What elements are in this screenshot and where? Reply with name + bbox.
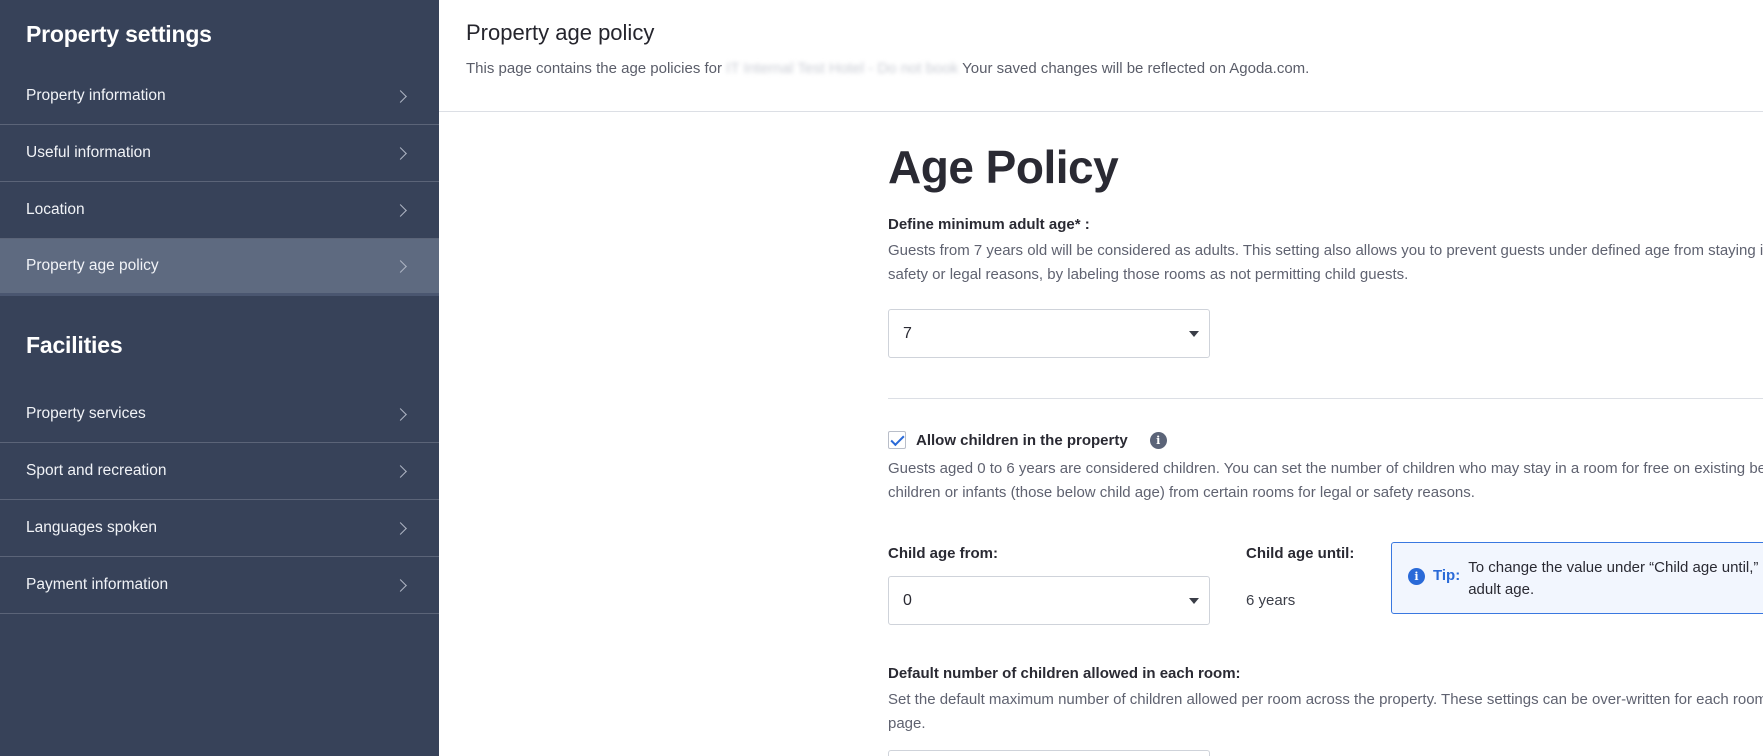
sidebar-item-languages-spoken[interactable]: Languages spoken bbox=[0, 500, 439, 557]
sidebar-item-payment-information[interactable]: Payment information bbox=[0, 557, 439, 614]
page-description: This page contains the age policies for … bbox=[466, 60, 1736, 77]
sidebar-item-property-information[interactable]: Property information bbox=[0, 68, 439, 125]
sidebar-item-label: Useful information bbox=[26, 144, 151, 161]
sidebar-item-sport-and-recreation[interactable]: Sport and recreation bbox=[0, 443, 439, 500]
sidebar-section-title-facilities: Facilities bbox=[26, 331, 123, 358]
sidebar-item-useful-information[interactable]: Useful information bbox=[0, 125, 439, 182]
info-icon[interactable]: i bbox=[1149, 431, 1167, 449]
chevron-right-icon bbox=[394, 146, 407, 160]
sidebar-item-location[interactable]: Location bbox=[0, 182, 439, 239]
child-age-until-label: Child age until: bbox=[1246, 545, 1355, 562]
min-adult-age-label: Define minimum adult age* : bbox=[888, 216, 1090, 233]
allow-children-help: Guests aged 0 to 6 years are considered … bbox=[888, 460, 1763, 501]
page-title: Property age policy bbox=[466, 20, 655, 45]
sidebar-section-title-property-settings: Property settings bbox=[26, 20, 212, 47]
child-age-from-value: 0 bbox=[903, 591, 912, 609]
child-age-from-select[interactable]: 0 bbox=[888, 576, 1210, 625]
tip-box: i Tip: To change the value under “Child … bbox=[1391, 542, 1763, 614]
chevron-right-icon bbox=[394, 464, 407, 478]
sidebar-item-label: Location bbox=[26, 201, 85, 218]
chevron-right-icon bbox=[394, 578, 407, 592]
info-icon: i bbox=[1408, 568, 1425, 585]
sidebar-item-label: Payment information bbox=[26, 576, 169, 593]
age-policy-form: Age Policy Define minimum adult age* : G… bbox=[888, 112, 1763, 756]
caret-down-icon bbox=[1189, 597, 1199, 604]
chevron-right-icon bbox=[394, 203, 407, 217]
sidebar-item-label: Property services bbox=[26, 405, 146, 422]
sidebar-item-label: Languages spoken bbox=[26, 519, 158, 536]
allow-children-checkbox[interactable] bbox=[888, 431, 906, 449]
chevron-right-icon bbox=[394, 407, 407, 421]
tip-label: Tip: bbox=[1433, 567, 1461, 584]
child-age-row: Child age from: 0 Child age until: 6 yea… bbox=[888, 542, 1763, 625]
sidebar-item-label: Property information bbox=[26, 87, 166, 104]
child-age-until-value: 6 years bbox=[1246, 592, 1296, 609]
sidebar-item-label: Sport and recreation bbox=[26, 462, 167, 479]
chevron-right-icon bbox=[394, 259, 407, 273]
section-divider bbox=[888, 398, 1763, 399]
allow-children-row: Allow children in the property i bbox=[888, 431, 1763, 449]
sidebar: Property settings Property information U… bbox=[0, 0, 439, 756]
caret-down-icon bbox=[1189, 330, 1199, 337]
child-age-until-group: Child age until: 6 years bbox=[1246, 545, 1391, 609]
chevron-right-icon bbox=[394, 521, 407, 535]
child-age-from-group: Child age from: 0 bbox=[888, 545, 1246, 625]
page-header: Property age policy This page contains t… bbox=[439, 0, 1763, 112]
min-adult-age-help: Guests from 7 years old will be consider… bbox=[888, 242, 1763, 283]
default-children-help: Set the default maximum number of childr… bbox=[888, 691, 1763, 732]
sidebar-item-label: Property age policy bbox=[26, 257, 159, 274]
age-policy-heading: Age Policy bbox=[888, 141, 1119, 193]
default-children-label: Default number of children allowed in ea… bbox=[888, 665, 1241, 682]
check-icon bbox=[889, 431, 905, 446]
sidebar-item-property-age-policy[interactable]: Property age policy bbox=[0, 239, 439, 296]
app: Property settings Property information U… bbox=[0, 0, 1763, 756]
allow-children-label: Allow children in the property bbox=[916, 431, 1128, 449]
page-description-suffix: Your saved changes will be reflected on … bbox=[962, 60, 1310, 77]
min-adult-age-select[interactable]: 7 bbox=[888, 309, 1210, 358]
main-content: Property age policy This page contains t… bbox=[439, 0, 1763, 756]
property-name: IT Internal Test Hotel - Do not book bbox=[726, 60, 959, 77]
default-children-select[interactable] bbox=[888, 750, 1210, 756]
min-adult-age-value: 7 bbox=[903, 324, 912, 342]
sidebar-item-property-services[interactable]: Property services bbox=[0, 386, 439, 443]
chevron-right-icon bbox=[394, 89, 407, 103]
page-description-prefix: This page contains the age policies for bbox=[466, 60, 722, 77]
child-age-from-label: Child age from: bbox=[888, 545, 999, 562]
tip-text: To change the value under “Child age unt… bbox=[1468, 559, 1763, 598]
default-children-block: Default number of children allowed in ea… bbox=[888, 665, 1763, 756]
